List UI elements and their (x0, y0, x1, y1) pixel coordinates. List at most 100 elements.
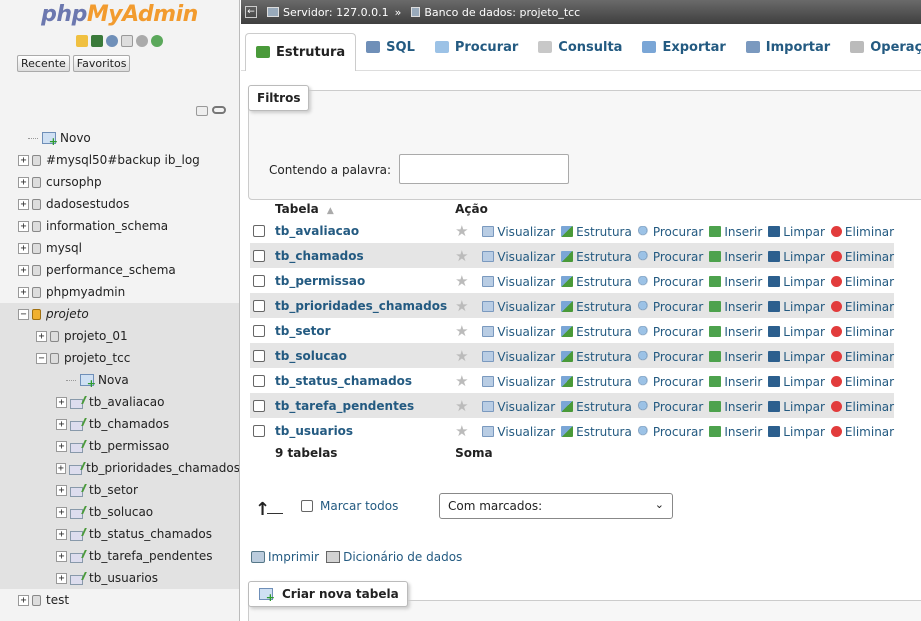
action-search[interactable]: Procurar (637, 400, 703, 414)
breadcrumb-database[interactable]: Banco de dados: projeto_tcc (424, 6, 580, 19)
expand-icon[interactable]: + (18, 220, 29, 232)
tab-estrutura[interactable]: Estrutura (245, 32, 357, 71)
nav-tree-item[interactable]: + tb_prioridades_chamados (0, 457, 239, 479)
action-search[interactable]: Procurar (637, 250, 703, 264)
nav-tree-label[interactable]: tb_status_chamados (89, 527, 212, 541)
action-browse[interactable]: Visualizar (482, 250, 555, 264)
collapse-all-icon[interactable] (196, 106, 208, 116)
action-browse[interactable]: Visualizar (482, 400, 555, 414)
action-search[interactable]: Procurar (637, 350, 703, 364)
action-empty[interactable]: Limpar (768, 275, 825, 289)
nav-tree-item[interactable]: + tb_setor (0, 479, 239, 501)
check-all-checkbox[interactable] (301, 500, 313, 512)
tab-consulta[interactable]: Consulta (528, 24, 632, 70)
action-drop[interactable]: Eliminar (830, 250, 894, 264)
filter-input[interactable] (399, 154, 569, 184)
nav-tree-item[interactable]: Nova (0, 369, 239, 391)
row-checkbox[interactable] (253, 250, 265, 262)
action-search[interactable]: Procurar (637, 375, 703, 389)
favorite-star-icon[interactable]: ★ (455, 422, 468, 440)
action-structure[interactable]: Estrutura (561, 425, 632, 439)
action-empty[interactable]: Limpar (768, 425, 825, 439)
check-all-label[interactable]: Marcar todos (320, 499, 398, 513)
favorite-star-icon[interactable]: ★ (455, 322, 468, 340)
expand-icon[interactable]: + (56, 572, 67, 584)
action-structure[interactable]: Estrutura (561, 375, 632, 389)
row-checkbox[interactable] (253, 225, 265, 237)
action-structure[interactable]: Estrutura (561, 275, 632, 289)
collapse-arrow-icon[interactable]: ← (245, 6, 257, 18)
action-browse[interactable]: Visualizar (482, 325, 555, 339)
action-drop[interactable]: Eliminar (830, 425, 894, 439)
action-structure[interactable]: Estrutura (561, 300, 632, 314)
nav-tree-label[interactable]: projeto_01 (64, 329, 128, 343)
docs-icon[interactable] (121, 35, 133, 47)
nav-tree-item[interactable]: + cursophp (0, 171, 239, 193)
tab-recent[interactable]: Recente (17, 55, 70, 72)
nav-tree-label[interactable]: Nova (98, 373, 129, 387)
expand-icon[interactable]: + (18, 154, 29, 166)
expand-icon[interactable]: + (56, 440, 67, 452)
favorite-star-icon[interactable]: ★ (455, 272, 468, 290)
phpmyadmin-logo[interactable]: phpMyAdmin (0, 0, 239, 30)
tab-operacoes[interactable]: Operações (840, 24, 921, 70)
expand-icon[interactable]: + (56, 550, 67, 562)
action-empty[interactable]: Limpar (768, 300, 825, 314)
table-name-link[interactable]: tb_status_chamados (272, 368, 455, 393)
action-drop[interactable]: Eliminar (830, 275, 894, 289)
table-name-link[interactable]: tb_avaliacao (272, 218, 455, 243)
nav-tree-label[interactable]: tb_setor (89, 483, 138, 497)
table-name-link[interactable]: tb_chamados (272, 243, 455, 268)
nav-tree-item[interactable]: − projeto (0, 303, 239, 325)
action-structure[interactable]: Estrutura (561, 350, 632, 364)
tab-procurar[interactable]: Procurar (425, 24, 528, 70)
expand-icon[interactable]: + (56, 506, 67, 518)
row-checkbox[interactable] (253, 325, 265, 337)
action-browse[interactable]: Visualizar (482, 225, 555, 239)
nav-tree-label[interactable]: dadosestudos (46, 197, 129, 211)
nav-tree-item[interactable]: + tb_status_chamados (0, 523, 239, 545)
nav-tree-label[interactable]: tb_tarefa_pendentes (89, 549, 213, 563)
dictionary-link[interactable]: Dicionário de dados (343, 550, 462, 564)
nav-tree-item[interactable]: + #mysql50#backup ib_log (0, 149, 239, 171)
nav-tree-label[interactable]: projeto (46, 307, 89, 321)
table-name-link[interactable]: tb_solucao (272, 343, 455, 368)
create-table-legend[interactable]: Criar nova tabela (248, 581, 408, 607)
action-drop[interactable]: Eliminar (830, 375, 894, 389)
nav-tree-label[interactable]: cursophp (46, 175, 102, 189)
nav-tree-item[interactable]: + tb_solucao (0, 501, 239, 523)
nav-tree-label[interactable]: test (46, 593, 69, 607)
table-name-link[interactable]: tb_usuarios (272, 418, 455, 443)
nav-tree-label[interactable]: tb_prioridades_chamados (86, 461, 239, 475)
table-name-link[interactable]: tb_prioridades_chamados (272, 293, 455, 318)
breadcrumb-server[interactable]: Servidor: 127.0.0.1 (283, 6, 389, 19)
nav-tree-item[interactable]: + performance_schema (0, 259, 239, 281)
action-insert[interactable]: Inserir (709, 425, 762, 439)
favorite-star-icon[interactable]: ★ (455, 372, 468, 390)
expand-icon[interactable]: + (56, 462, 66, 474)
row-checkbox[interactable] (253, 350, 265, 362)
action-insert[interactable]: Inserir (709, 375, 762, 389)
nav-tree-label[interactable]: Novo (60, 131, 91, 145)
action-empty[interactable]: Limpar (768, 400, 825, 414)
favorite-star-icon[interactable]: ★ (455, 222, 468, 240)
nav-tree-item[interactable]: + mysql (0, 237, 239, 259)
action-insert[interactable]: Inserir (709, 400, 762, 414)
nav-tree-label[interactable]: information_schema (46, 219, 168, 233)
action-structure[interactable]: Estrutura (561, 325, 632, 339)
action-search[interactable]: Procurar (637, 425, 703, 439)
nav-tree-label[interactable]: tb_avaliacao (89, 395, 164, 409)
action-search[interactable]: Procurar (637, 300, 703, 314)
expand-icon[interactable]: + (18, 242, 29, 254)
nav-tree-item[interactable]: + phpmyadmin (0, 281, 239, 303)
action-insert[interactable]: Inserir (709, 300, 762, 314)
with-selected-select[interactable]: Com marcados: ⌄ (439, 493, 673, 519)
expand-icon[interactable]: + (56, 396, 67, 408)
expand-icon[interactable]: + (56, 418, 67, 430)
action-browse[interactable]: Visualizar (482, 275, 555, 289)
favorite-star-icon[interactable]: ★ (455, 297, 468, 315)
tab-sql[interactable]: SQL (356, 24, 425, 70)
expand-icon[interactable]: + (18, 286, 29, 298)
nav-tree-label[interactable]: tb_usuarios (89, 571, 158, 585)
action-drop[interactable]: Eliminar (830, 225, 894, 239)
